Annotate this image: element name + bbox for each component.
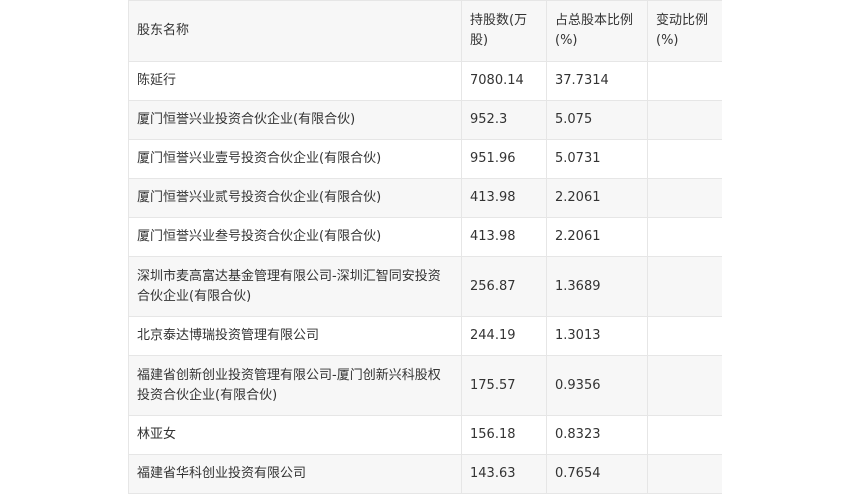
- cell-ratio: 2.2061: [546, 217, 648, 257]
- cell-shares: 244.19: [461, 316, 547, 356]
- cell-name: 福建省创新创业投资管理有限公司-厦门创新兴科股权投资合伙企业(有限合伙): [128, 355, 462, 416]
- cell-shares: 413.98: [461, 178, 547, 218]
- cell-shares: 952.3: [461, 100, 547, 140]
- cell-change: [647, 316, 722, 356]
- table-row: 厦门恒誉兴业叁号投资合伙企业(有限合伙) 413.98 2.2061: [128, 217, 722, 257]
- cell-change: [647, 256, 722, 317]
- header-change: 变动比例(%): [647, 0, 722, 62]
- cell-shares: 7080.14: [461, 61, 547, 101]
- cell-ratio: 0.7654: [546, 454, 648, 494]
- cell-ratio: 0.9356: [546, 355, 648, 416]
- table-header-row: 股东名称 持股数(万股) 占总股本比例(%) 变动比例(%): [128, 0, 722, 62]
- cell-change: [647, 178, 722, 218]
- header-ratio: 占总股本比例(%): [546, 0, 648, 62]
- table-row: 厦门恒誉兴业贰号投资合伙企业(有限合伙) 413.98 2.2061: [128, 178, 722, 218]
- cell-shares: 413.98: [461, 217, 547, 257]
- cell-name: 厦门恒誉兴业投资合伙企业(有限合伙): [128, 100, 462, 140]
- cell-change: [647, 415, 722, 455]
- cell-name: 林亚女: [128, 415, 462, 455]
- cell-name: 北京泰达博瑞投资管理有限公司: [128, 316, 462, 356]
- table-row: 深圳市麦高富达基金管理有限公司-深圳汇智同安投资合伙企业(有限合伙) 256.8…: [128, 256, 722, 317]
- cell-ratio: 5.0731: [546, 139, 648, 179]
- cell-shares: 156.18: [461, 415, 547, 455]
- cell-name: 深圳市麦高富达基金管理有限公司-深圳汇智同安投资合伙企业(有限合伙): [128, 256, 462, 317]
- cell-shares: 256.87: [461, 256, 547, 317]
- header-shareholder-name: 股东名称: [128, 0, 462, 62]
- cell-name: 厦门恒誉兴业贰号投资合伙企业(有限合伙): [128, 178, 462, 218]
- shareholder-table-container: 股东名称 持股数(万股) 占总股本比例(%) 变动比例(%) 陈延行 7080.…: [128, 0, 722, 496]
- shareholder-table: 股东名称 持股数(万股) 占总股本比例(%) 变动比例(%) 陈延行 7080.…: [128, 0, 722, 494]
- cell-ratio: 1.3689: [546, 256, 648, 317]
- cell-name: 福建省华科创业投资有限公司: [128, 454, 462, 494]
- table-row: 北京泰达博瑞投资管理有限公司 244.19 1.3013: [128, 316, 722, 356]
- cell-ratio: 2.2061: [546, 178, 648, 218]
- cell-change: [647, 454, 722, 494]
- table-row: 林亚女 156.18 0.8323: [128, 415, 722, 455]
- table-row: 厦门恒誉兴业投资合伙企业(有限合伙) 952.3 5.075: [128, 100, 722, 140]
- table-row: 福建省创新创业投资管理有限公司-厦门创新兴科股权投资合伙企业(有限合伙) 175…: [128, 355, 722, 416]
- cell-ratio: 37.7314: [546, 61, 648, 101]
- cell-change: [647, 217, 722, 257]
- cell-shares: 143.63: [461, 454, 547, 494]
- table-row: 陈延行 7080.14 37.7314: [128, 61, 722, 101]
- cell-change: [647, 61, 722, 101]
- table-row: 福建省华科创业投资有限公司 143.63 0.7654: [128, 454, 722, 494]
- cell-ratio: 5.075: [546, 100, 648, 140]
- cell-name: 厦门恒誉兴业叁号投资合伙企业(有限合伙): [128, 217, 462, 257]
- cell-shares: 951.96: [461, 139, 547, 179]
- cell-change: [647, 139, 722, 179]
- cell-change: [647, 100, 722, 140]
- header-shares: 持股数(万股): [461, 0, 547, 62]
- cell-change: [647, 355, 722, 416]
- cell-ratio: 0.8323: [546, 415, 648, 455]
- cell-name: 陈延行: [128, 61, 462, 101]
- table-row: 厦门恒誉兴业壹号投资合伙企业(有限合伙) 951.96 5.0731: [128, 139, 722, 179]
- cell-ratio: 1.3013: [546, 316, 648, 356]
- cell-shares: 175.57: [461, 355, 547, 416]
- cell-name: 厦门恒誉兴业壹号投资合伙企业(有限合伙): [128, 139, 462, 179]
